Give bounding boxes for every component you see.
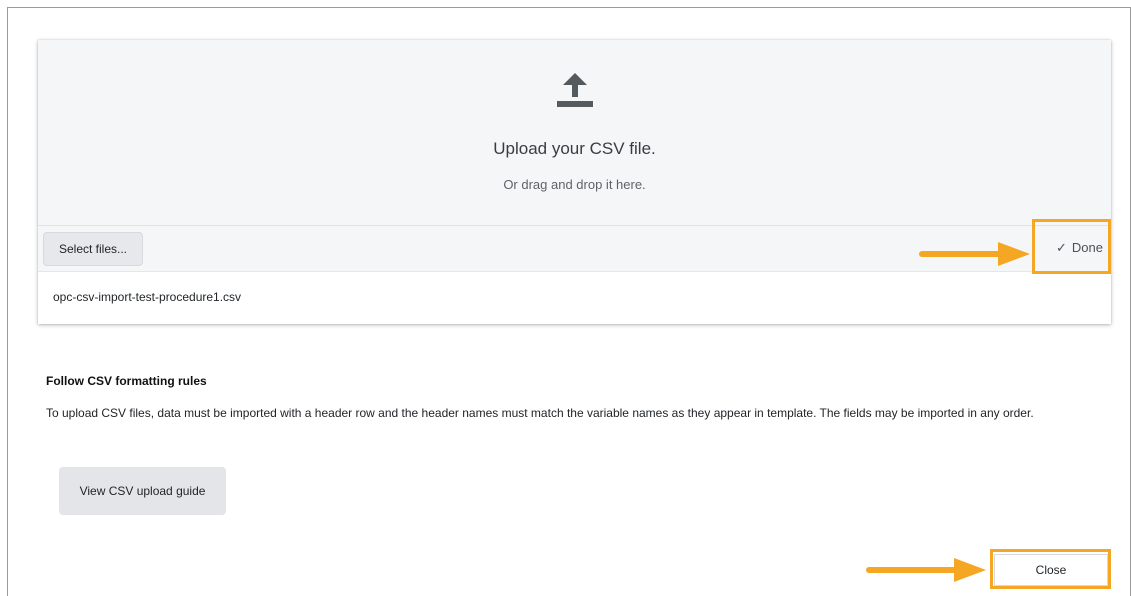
upload-status-label: Done <box>1071 240 1103 255</box>
drop-zone-title: Upload your CSV file. <box>493 139 656 158</box>
upload-icon <box>557 73 593 107</box>
upload-toolbar: Select files... ✓ Done <box>38 226 1111 272</box>
drop-zone[interactable]: Upload your CSV file. Or drag and drop i… <box>38 40 1111 226</box>
view-csv-upload-guide-button[interactable]: View CSV upload guide <box>59 467 226 515</box>
upload-status: ✓ Done <box>1056 240 1103 256</box>
rules-text: To upload CSV files, data must be import… <box>46 406 1034 420</box>
rules-heading: Follow CSV formatting rules <box>46 374 207 388</box>
drop-zone-subtitle: Or drag and drop it here. <box>503 177 646 192</box>
select-files-button[interactable]: Select files... <box>43 232 143 266</box>
uploaded-file-name: opc-csv-import-test-procedure1.csv <box>53 290 242 304</box>
close-button[interactable]: Close <box>994 554 1108 586</box>
uploaded-file-row: opc-csv-import-test-procedure1.csv <box>38 272 1111 324</box>
check-icon: ✓ <box>1056 240 1067 255</box>
csv-upload-widget: Upload your CSV file. Or drag and drop i… <box>38 40 1111 324</box>
